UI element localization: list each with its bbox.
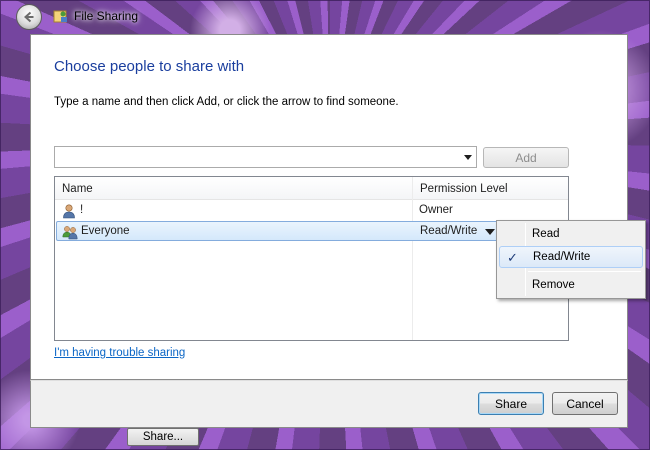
- dialog-footer: Share Cancel: [30, 380, 628, 428]
- share-button[interactable]: Share: [478, 392, 544, 415]
- window-title: File Sharing: [74, 9, 139, 23]
- menu-item-read[interactable]: Read: [499, 224, 643, 246]
- permission-context-menu: Read ✓ Read/Write Remove: [496, 220, 646, 299]
- add-button[interactable]: Add: [483, 147, 569, 168]
- menu-item-read-write[interactable]: ✓ Read/Write: [499, 246, 643, 268]
- cancel-button[interactable]: Cancel: [552, 392, 618, 415]
- title-bar: File Sharing: [0, 0, 650, 34]
- page-title: Choose people to share with: [54, 58, 245, 75]
- permission-dropdown-arrow-icon[interactable]: [485, 229, 495, 235]
- column-header-name[interactable]: Name: [62, 183, 93, 195]
- column-header-permission[interactable]: Permission Level: [420, 183, 508, 195]
- checkmark-icon: ✓: [507, 250, 518, 265]
- trouble-sharing-link[interactable]: I'm having trouble sharing: [54, 347, 185, 359]
- list-row-owner[interactable]: ! Owner: [56, 201, 567, 221]
- back-button[interactable]: [16, 4, 42, 30]
- group-icon: [62, 226, 78, 240]
- menu-item-remove[interactable]: Remove: [499, 275, 643, 297]
- menu-separator: [528, 271, 641, 272]
- dropdown-arrow-icon[interactable]: [464, 155, 472, 160]
- list-row-everyone[interactable]: Everyone Read/Write: [56, 221, 567, 241]
- user-icon: [63, 204, 75, 219]
- name-combobox[interactable]: [54, 146, 477, 168]
- row-permission: Owner: [419, 204, 453, 216]
- row-permission-dropdown[interactable]: Read/Write: [420, 225, 477, 237]
- menu-item-label: Read/Write: [533, 251, 591, 263]
- back-arrow-icon: [24, 11, 34, 23]
- row-name: !: [80, 204, 84, 216]
- file-sharing-icon: [53, 10, 67, 23]
- dialog-body: Choose people to share with Type a name …: [30, 34, 628, 380]
- menu-item-label: Remove: [532, 279, 575, 291]
- menu-item-label: Read: [532, 228, 560, 240]
- row-name: Everyone: [81, 225, 130, 237]
- people-list: Name Permission Level ! Owner Everyone R…: [54, 176, 569, 341]
- background-share-button: Share...: [127, 428, 199, 446]
- instruction-text: Type a name and then click Add, or click…: [54, 96, 399, 108]
- list-header: Name Permission Level: [55, 177, 568, 200]
